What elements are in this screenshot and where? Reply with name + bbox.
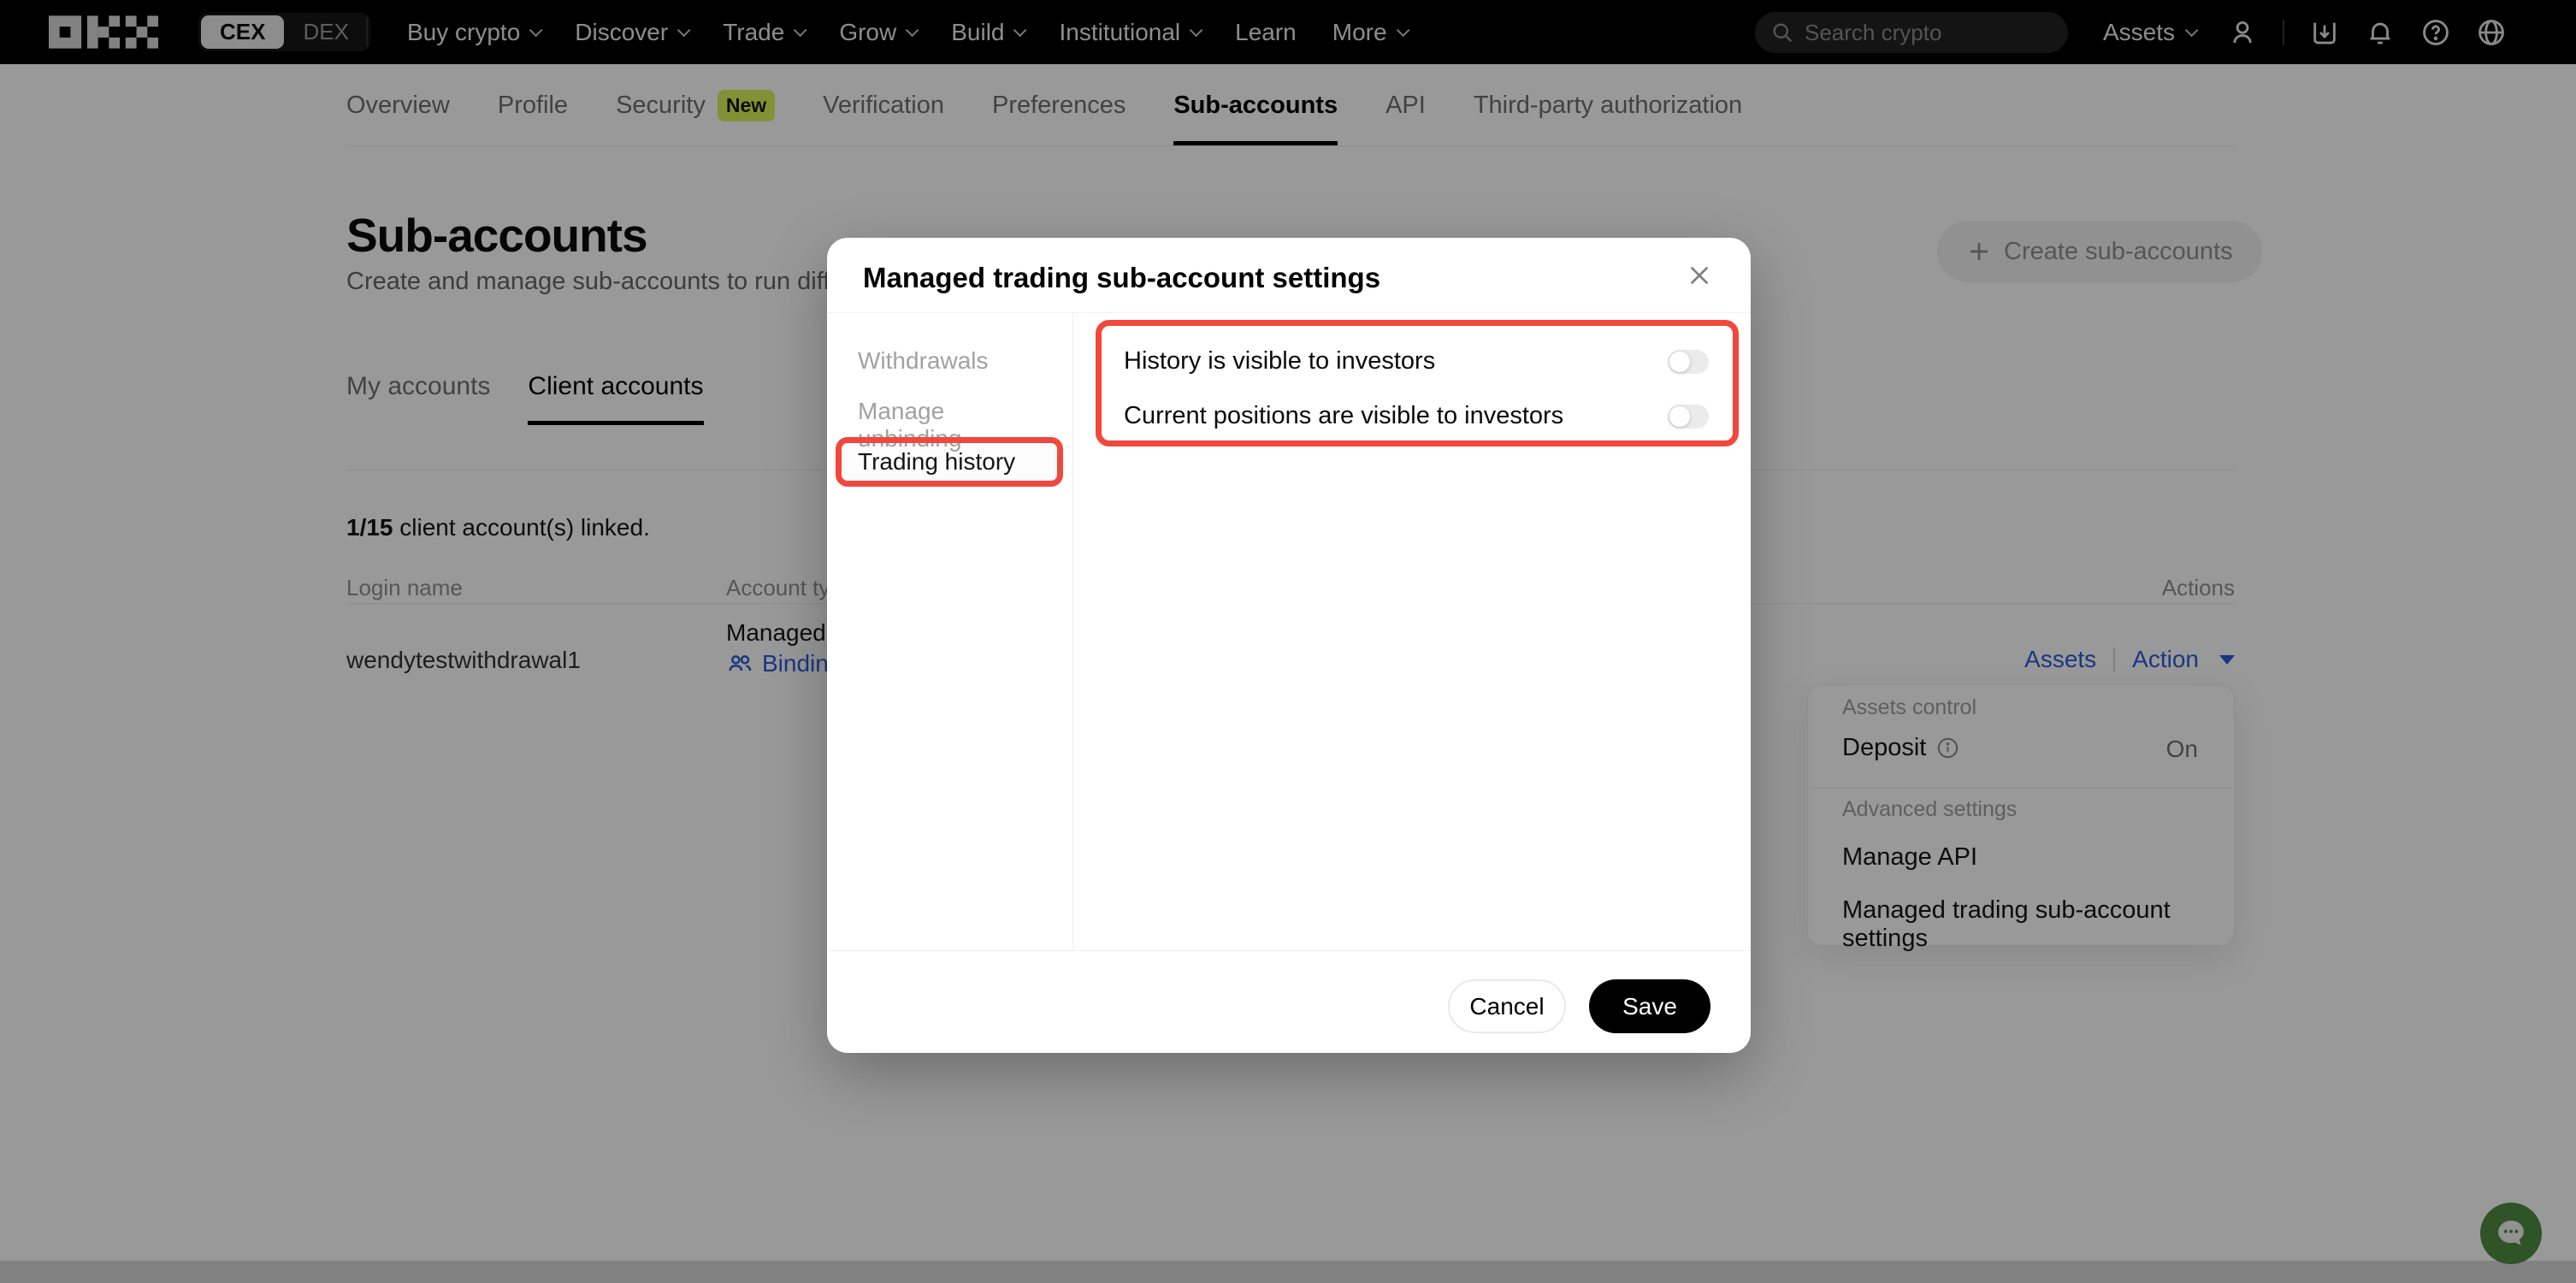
toggle-history-visible[interactable] xyxy=(1668,350,1709,374)
toggle-positions-visible[interactable] xyxy=(1668,405,1709,429)
managed-trading-settings-modal: Managed trading sub-account settings Wit… xyxy=(827,238,1751,1053)
setting-history-visible-label: History is visible to investors xyxy=(1124,347,1435,375)
modal-nav-manage-unbinding[interactable]: Manage unbinding xyxy=(858,398,1043,452)
modal-sidebar-divider xyxy=(1072,313,1073,950)
cancel-button[interactable]: Cancel xyxy=(1448,979,1566,1033)
modal-footer-divider xyxy=(827,950,1751,951)
modal-header-divider xyxy=(827,312,1751,313)
modal-nav-trading-history[interactable]: Trading history xyxy=(858,448,1043,476)
close-icon[interactable] xyxy=(1682,258,1716,293)
modal-nav-withdrawals[interactable]: Withdrawals xyxy=(858,347,1043,375)
save-button[interactable]: Save xyxy=(1589,979,1710,1033)
modal-title: Managed trading sub-account settings xyxy=(863,262,1380,294)
setting-positions-visible-label: Current positions are visible to investo… xyxy=(1124,402,1563,430)
